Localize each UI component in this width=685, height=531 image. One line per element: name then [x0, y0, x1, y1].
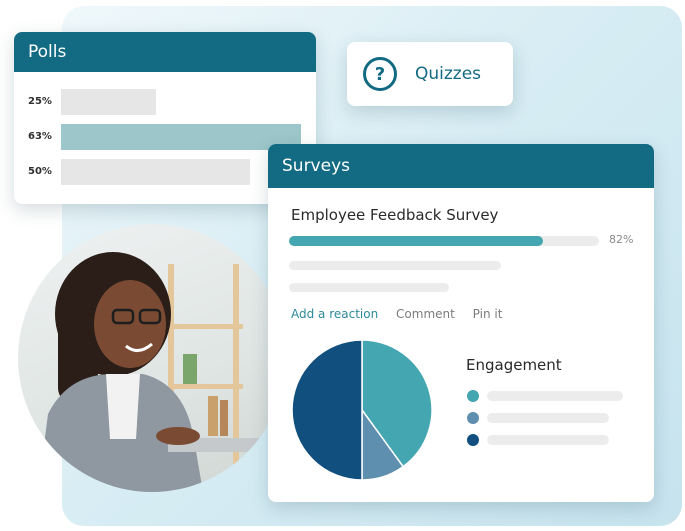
legend-dot	[467, 412, 479, 424]
shirt	[106, 374, 140, 439]
hands	[156, 427, 200, 445]
engagement-title: Engagement	[466, 356, 562, 374]
employee-photo	[18, 224, 286, 492]
legend-dot	[467, 434, 479, 446]
poll-bar	[61, 89, 156, 115]
book	[208, 396, 218, 436]
polls-header: Polls	[14, 32, 316, 72]
comment-link[interactable]: Comment	[396, 307, 455, 321]
question-icon: ?	[363, 57, 397, 91]
quizzes-label: Quizzes	[415, 64, 482, 84]
surveys-title: Surveys	[282, 156, 350, 176]
poll-bar	[61, 159, 250, 185]
survey-progress-label: 82%	[609, 233, 634, 246]
poll-percent: 50%	[28, 166, 52, 177]
shelf-post	[233, 264, 239, 464]
plant	[183, 354, 197, 384]
poll-percent: 63%	[28, 131, 52, 142]
pin-it-link[interactable]: Pin it	[473, 307, 503, 321]
legend-dot	[467, 390, 479, 402]
legend-placeholder	[487, 391, 623, 401]
survey-progress-track	[289, 236, 599, 246]
shelf-board	[168, 384, 243, 389]
polls-title: Polls	[28, 42, 67, 62]
surveys-card: Surveys Employee Feedback Survey 82% Add…	[268, 144, 654, 502]
placeholder-line	[289, 283, 449, 292]
poll-bar	[61, 124, 301, 150]
quizzes-button[interactable]: ? Quizzes	[347, 42, 513, 106]
survey-actions: Add a reaction Comment Pin it	[291, 307, 516, 321]
add-reaction-link[interactable]: Add a reaction	[291, 307, 378, 321]
survey-progress-fill	[289, 236, 544, 246]
poll-option[interactable]: 25%	[14, 89, 316, 115]
pie-slice	[291, 339, 363, 481]
book	[220, 400, 228, 436]
shelf-board	[168, 324, 243, 329]
survey-name: Employee Feedback Survey	[291, 206, 499, 224]
legend-placeholder	[487, 413, 609, 423]
photo-illustration	[38, 252, 286, 492]
poll-percent: 25%	[28, 96, 52, 107]
surveys-header: Surveys	[268, 144, 654, 188]
legend-placeholder	[487, 435, 609, 445]
engagement-pie-chart	[291, 339, 433, 481]
placeholder-line	[289, 261, 501, 270]
